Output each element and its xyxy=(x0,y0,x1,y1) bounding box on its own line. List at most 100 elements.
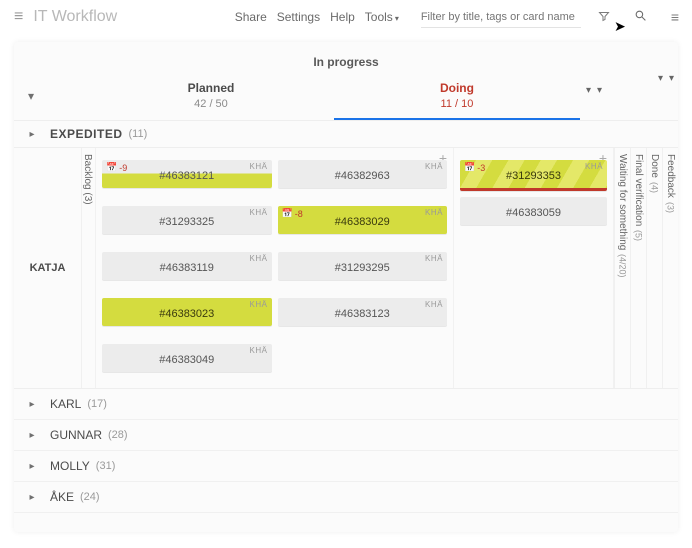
columns-header: ▾ ▾ ▾ Planned 42 / 50 Doing 11 / 10 ▾ ▾ xyxy=(14,77,678,120)
chevron-right-icon: ▸ xyxy=(14,399,50,410)
chevron-down-icon[interactable]: ▾ xyxy=(14,77,48,103)
wip-counter: 42 / 50 xyxy=(194,98,228,110)
collapsed-column[interactable]: Final verification (5) xyxy=(630,148,646,388)
collapsed-column-count: (4/20) xyxy=(618,254,628,278)
share-link[interactable]: Share xyxy=(235,10,267,24)
stage-title: In progress xyxy=(313,55,378,69)
card-id: #46383023 xyxy=(110,308,264,320)
assignee-tag: KHÄ xyxy=(425,254,443,263)
card[interactable]: #46383059 xyxy=(460,197,607,225)
collapsed-column-count: (4) xyxy=(650,182,660,193)
wip-counter: 11 / 10 xyxy=(441,98,474,110)
overflow-menu-icon[interactable]: ≡ xyxy=(664,9,686,25)
card-id: #46383121 xyxy=(110,170,264,182)
tools-menu[interactable]: Tools▾ xyxy=(365,10,399,24)
card-id: #46383029 xyxy=(286,216,440,228)
section-expedited[interactable]: ▸ EXPEDITED (11) xyxy=(14,120,678,148)
person-name: GUNNAR xyxy=(50,428,102,442)
swimlane-katja: KATJA Backlog (3) + KHÄ📅 -9#46383121KHÄ#… xyxy=(14,148,678,389)
chevron-right-icon: ▸ xyxy=(14,430,50,441)
help-link[interactable]: Help xyxy=(330,10,355,24)
person-count: (17) xyxy=(87,398,107,410)
card-id: #46383123 xyxy=(286,308,440,320)
right-collapsed-group: Waiting for something(4/20)Final verific… xyxy=(614,148,678,388)
person-name: ÅKE xyxy=(50,490,74,504)
person-count: (28) xyxy=(108,429,128,441)
backlog-collapsed[interactable]: Backlog (3) xyxy=(82,148,96,388)
card-id: #46383119 xyxy=(110,262,264,274)
swimlane-collapsed[interactable]: ▸ÅKE (24) xyxy=(14,482,678,513)
top-links: Share Settings Help Tools▾ ≡ xyxy=(235,6,686,28)
col-head-planned[interactable]: Planned 42 / 50 xyxy=(88,77,334,118)
chevron-down-icon[interactable]: ▾ xyxy=(586,85,591,96)
swimlane-collapsed[interactable]: ▸MOLLY (31) xyxy=(14,451,678,482)
assignee-tag: KHÄ xyxy=(250,208,268,217)
assignee-tag: KHÄ xyxy=(250,346,268,355)
calendar-icon: 📅 xyxy=(282,208,293,219)
person-name: MOLLY xyxy=(50,459,90,473)
card[interactable]: KHÄ#46383123 xyxy=(278,298,448,326)
chevron-down-icon[interactable]: ▾ xyxy=(669,73,674,84)
person-count: (24) xyxy=(80,491,100,503)
assignee-tag: KHÄ xyxy=(425,208,443,217)
card[interactable]: KHÄ#46382963 xyxy=(278,160,448,188)
search-icon[interactable] xyxy=(627,9,654,25)
top-bar: ≡ IT Workflow Share Settings Help Tools▾… xyxy=(0,0,692,34)
chevron-down-icon[interactable]: ▾ xyxy=(597,85,602,96)
collapsed-column[interactable]: Feedback (3) xyxy=(662,148,678,388)
due-badge: 📅 -8 xyxy=(282,208,303,219)
assignee-tag: KHÄ xyxy=(425,162,443,171)
person-name: KARL xyxy=(50,397,81,411)
settings-link[interactable]: Settings xyxy=(277,10,320,24)
card-id: #46383049 xyxy=(110,354,264,366)
person-count: (31) xyxy=(96,460,116,472)
due-badge: 📅 -3 xyxy=(464,162,485,173)
chevron-down-icon[interactable]: ▾ xyxy=(658,73,663,84)
card-id: #46382963 xyxy=(286,170,440,182)
card[interactable]: KHÄ#46383023 xyxy=(102,298,272,326)
chevron-right-icon: ▸ xyxy=(14,492,50,503)
card[interactable]: KHÄ#31293325 xyxy=(102,206,272,234)
caret-down-icon: ▾ xyxy=(395,14,399,23)
card[interactable]: KHÄ 📅 -9#46383121 xyxy=(102,160,272,188)
col-body-doing: + KHÄ📅 -3#31293353#46383059 xyxy=(454,148,614,388)
collapsed-column[interactable]: Waiting for something (4/20) xyxy=(614,148,630,388)
collapsed-column-label: Done xyxy=(649,154,660,178)
stage-header: In progress xyxy=(14,42,678,77)
card-id: #31293325 xyxy=(110,216,264,228)
board: In progress ▾ ▾ ▾ Planned 42 / 50 Doing … xyxy=(14,42,678,532)
swimlane-collapsed[interactable]: ▸GUNNAR (28) xyxy=(14,420,678,451)
collapsed-column-label: Feedback xyxy=(665,154,676,198)
collapsed-column-count: (3) xyxy=(666,202,676,213)
card[interactable]: KHÄ#46383049 xyxy=(102,344,272,372)
card[interactable]: KHÄ#31293295 xyxy=(278,252,448,280)
calendar-icon: 📅 xyxy=(464,162,475,173)
col-body-planned: + KHÄ📅 -9#46383121KHÄ#46382963KHÄ#312933… xyxy=(96,148,454,388)
chevron-right-icon: ▸ xyxy=(14,461,50,472)
swimlane-label: KATJA xyxy=(14,148,82,388)
card-id: #31293295 xyxy=(286,262,440,274)
calendar-icon: 📅 xyxy=(106,162,117,173)
assignee-tag: KHÄ xyxy=(425,300,443,309)
chevron-right-icon: ▸ xyxy=(14,129,50,140)
due-badge: 📅 -9 xyxy=(106,162,127,173)
swimlane-collapsed[interactable]: ▸KARL (17) xyxy=(14,389,678,420)
card[interactable]: KHÄ 📅 -3#31293353 xyxy=(460,160,607,191)
assignee-tag: KHÄ xyxy=(250,300,268,309)
card-id: #31293353 xyxy=(468,170,599,182)
card[interactable]: KHÄ#46383119 xyxy=(102,252,272,280)
collapsed-column-count: (5) xyxy=(634,230,644,241)
assignee-tag: KHÄ xyxy=(585,162,603,171)
assignee-tag: KHÄ xyxy=(250,254,268,263)
assignee-tag: KHÄ xyxy=(250,162,268,171)
card-id: #46383059 xyxy=(468,207,599,219)
collapsed-column-label: Final verification xyxy=(633,154,644,226)
col-head-doing[interactable]: Doing 11 / 10 xyxy=(334,77,580,120)
filter-icon[interactable] xyxy=(591,9,617,25)
menu-icon[interactable]: ≡ xyxy=(6,8,31,26)
app-title: IT Workflow xyxy=(33,8,117,26)
collapsed-column[interactable]: Done (4) xyxy=(646,148,662,388)
filter-input[interactable] xyxy=(421,6,581,28)
card[interactable]: KHÄ 📅 -8#46383029 xyxy=(278,206,448,234)
collapsed-column-label: Waiting for something xyxy=(617,154,628,250)
